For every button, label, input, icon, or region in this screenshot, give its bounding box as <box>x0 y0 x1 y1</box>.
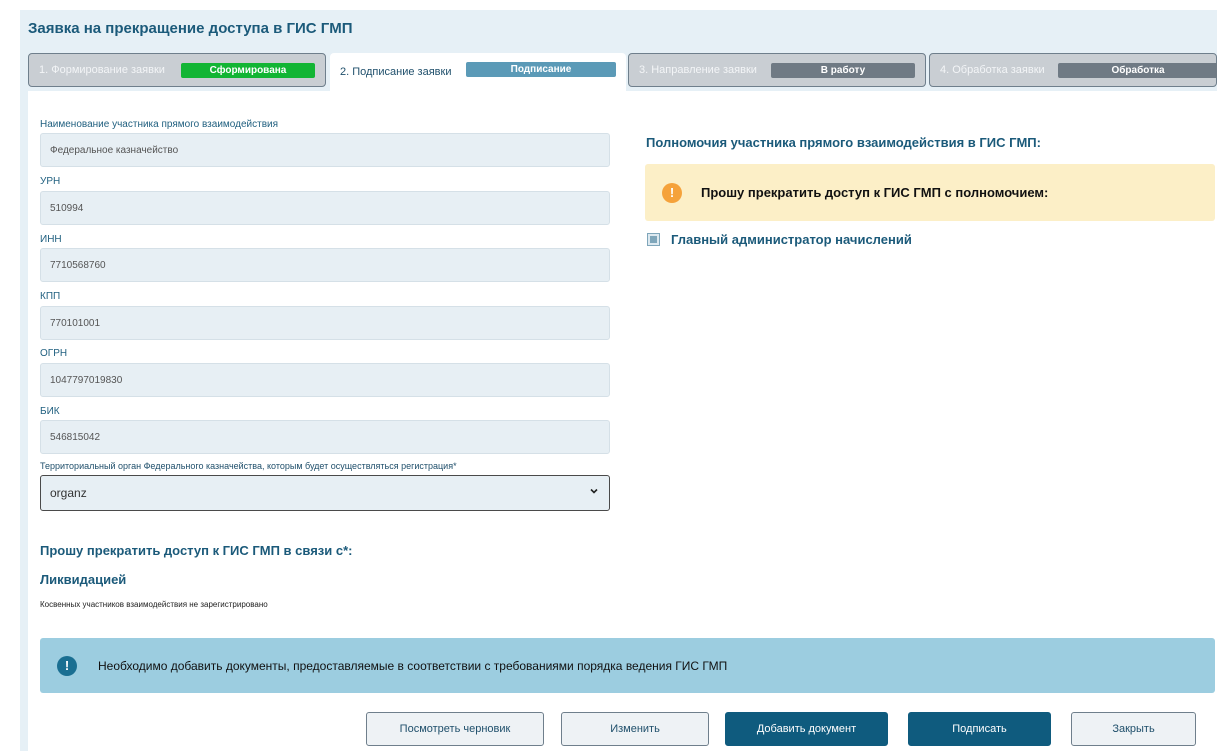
inn-field: 7710568760 <box>40 248 610 282</box>
request-card: Наименование участника прямого взаимодей… <box>28 91 1217 751</box>
indirect-participants-note: Косвенных участников взаимодействия не з… <box>40 600 268 609</box>
step-4-label: 4. Обработка заявки <box>940 64 1045 76</box>
edit-button[interactable]: Изменить <box>561 712 709 746</box>
step-2-status-badge: Подписание <box>466 62 616 77</box>
power-item-main-admin[interactable]: Главный администратор начислений <box>647 232 912 247</box>
step-2[interactable]: 2. Подписание заявки Подписание <box>330 53 626 91</box>
powers-warning: ! Прошу прекратить доступ к ГИС ГМП с по… <box>645 164 1215 221</box>
step-4-status-badge: Обработка <box>1058 63 1217 78</box>
add-document-button[interactable]: Добавить документ <box>725 712 888 746</box>
step-3-status-badge: В работу <box>771 63 915 78</box>
step-2-label: 2. Подписание заявки <box>340 66 452 78</box>
kpp-field: 770101001 <box>40 306 610 340</box>
request-frame: Заявка на прекращение доступа в ГИС ГМП … <box>20 10 1217 751</box>
step-1-status-badge: Сформирована <box>181 63 315 78</box>
ogrn-field: 1047797019830 <box>40 363 610 397</box>
step-progress: 1. Формирование заявки Сформирована 2. П… <box>28 53 1217 91</box>
kpp-label: КПП <box>40 291 61 302</box>
chevron-down-icon <box>589 486 599 499</box>
sign-button[interactable]: Подписать <box>908 712 1051 746</box>
territorial-organ-value: organz <box>50 486 87 500</box>
view-draft-button[interactable]: Посмотреть черновик <box>366 712 544 746</box>
exclamation-circle-icon: ! <box>662 182 682 203</box>
reason-title: Прошу прекратить доступ к ГИС ГМП в связ… <box>40 543 353 558</box>
powers-warning-text: Прошу прекратить доступ к ГИС ГМП с полн… <box>701 185 1049 200</box>
documents-info-text: Необходимо добавить документы, предостав… <box>98 658 728 673</box>
power-checkbox[interactable] <box>647 233 660 246</box>
powers-title: Полномочия участника прямого взаимодейст… <box>646 135 1041 150</box>
bik-label: БИК <box>40 406 60 417</box>
power-item-label: Главный администратор начислений <box>671 232 912 247</box>
bik-field: 546815042 <box>40 420 610 454</box>
close-button[interactable]: Закрыть <box>1071 712 1196 746</box>
step-4[interactable]: 4. Обработка заявки Обработка <box>929 53 1217 87</box>
territorial-organ-select[interactable]: organz <box>40 475 610 511</box>
ogrn-label: ОГРН <box>40 348 68 359</box>
participant-name-label: Наименование участника прямого взаимодей… <box>40 119 279 130</box>
step-3-label: 3. Направление заявки <box>639 64 757 76</box>
step-1[interactable]: 1. Формирование заявки Сформирована <box>28 53 326 87</box>
urn-field: 510994 <box>40 191 610 225</box>
exclamation-circle-icon: ! <box>57 655 77 676</box>
reason-value: Ликвидацией <box>40 572 127 587</box>
page-title: Заявка на прекращение доступа в ГИС ГМП <box>28 20 353 37</box>
step-1-label: 1. Формирование заявки <box>39 64 165 76</box>
documents-info-banner: ! Необходимо добавить документы, предост… <box>40 638 1215 693</box>
urn-label: УРН <box>40 176 61 187</box>
step-3[interactable]: 3. Направление заявки В работу <box>628 53 926 87</box>
participant-name-field: Федеральное казначейство <box>40 133 610 167</box>
inn-label: ИНН <box>40 234 62 245</box>
territorial-organ-label: Территориальный орган Федерального казна… <box>40 461 457 471</box>
